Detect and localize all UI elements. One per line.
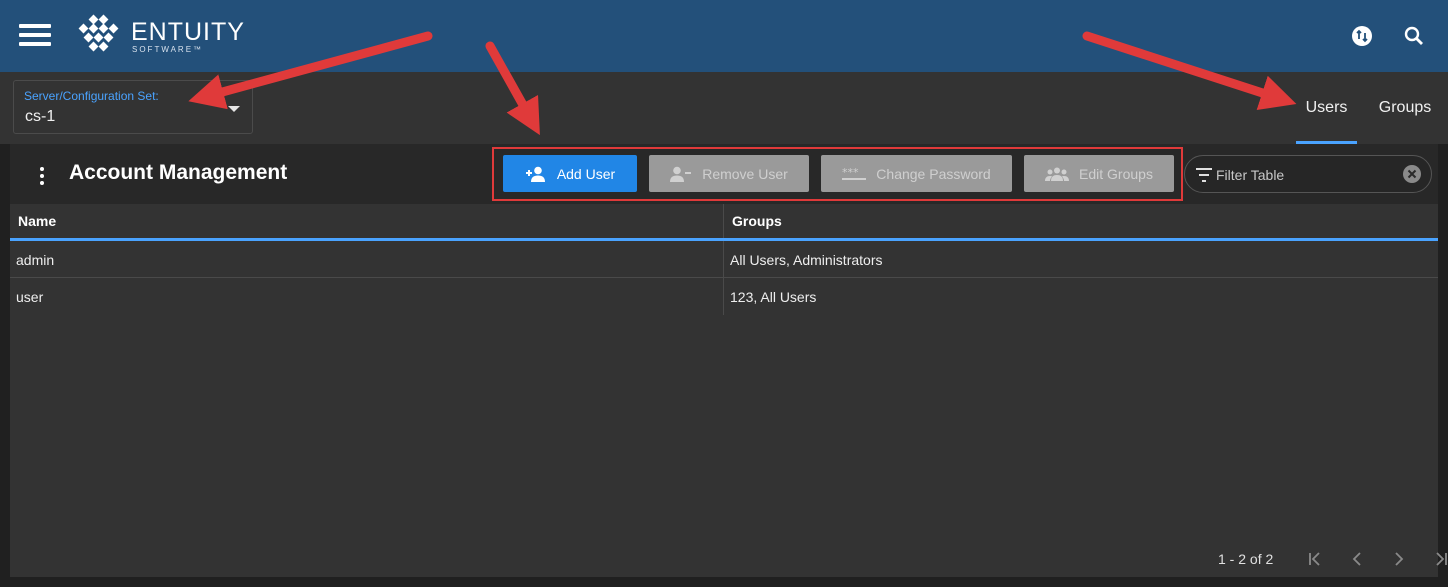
brand-name: ENTUITY [131, 18, 245, 46]
add-user-label: Add User [556, 165, 616, 182]
previous-page-icon[interactable] [1347, 549, 1367, 569]
sub-header: Server/Configuration Set: cs-1 Users Gro… [0, 72, 1448, 144]
hamburger-menu-icon[interactable] [19, 24, 51, 46]
search-icon[interactable] [1402, 24, 1426, 48]
brand-subtitle: SOFTWARE™ [132, 45, 204, 54]
server-config-select[interactable]: Server/Configuration Set: cs-1 [13, 80, 253, 134]
server-config-label: Server/Configuration Set: [24, 89, 159, 103]
account-toolbar: Account Management Add User Remove User … [10, 144, 1438, 204]
tab-users[interactable]: Users [1296, 72, 1357, 144]
pagination: 1 - 2 of 2 [1218, 549, 1448, 569]
next-page-icon[interactable] [1389, 549, 1409, 569]
users-table: Name Groups admin All Users, Administrat… [10, 204, 1448, 577]
change-password-label: Change Password [876, 165, 991, 182]
server-config-value: cs-1 [25, 108, 56, 125]
remove-user-button[interactable]: Remove User [649, 155, 809, 192]
last-page-icon[interactable] [1431, 549, 1448, 569]
filter-table-field [1184, 155, 1432, 193]
filter-table-input[interactable] [1216, 164, 1396, 186]
cell-groups: 123, All Users [730, 288, 817, 305]
column-divider [723, 278, 724, 315]
password-icon: *** [842, 167, 867, 181]
first-page-icon[interactable] [1305, 549, 1325, 569]
svg-text:***: *** [842, 167, 859, 179]
column-divider [723, 241, 724, 278]
more-options-icon[interactable] [38, 167, 46, 185]
edit-groups-label: Edit Groups [1079, 165, 1153, 182]
column-divider [723, 204, 724, 238]
cell-name: admin [16, 251, 55, 268]
app-header: ENTUITY SOFTWARE™ [0, 0, 1448, 72]
table-row[interactable]: admin All Users, Administrators [10, 241, 1438, 278]
cell-groups: All Users, Administrators [730, 251, 883, 268]
pagination-range: 1 - 2 of 2 [1218, 551, 1274, 567]
column-header-groups[interactable]: Groups [724, 204, 1438, 238]
table-header: Name Groups [10, 204, 1438, 241]
clear-filter-icon[interactable] [1402, 164, 1422, 184]
chevron-down-icon [228, 106, 240, 112]
cell-name: user [16, 288, 44, 305]
add-user-icon [525, 166, 547, 182]
column-header-name[interactable]: Name [10, 204, 723, 238]
sync-icon[interactable] [1350, 24, 1374, 48]
tab-groups[interactable]: Groups [1375, 72, 1435, 144]
groups-icon [1045, 167, 1070, 181]
add-user-button[interactable]: Add User [503, 155, 637, 192]
edit-groups-button[interactable]: Edit Groups [1024, 155, 1174, 192]
filter-icon [1196, 168, 1212, 182]
remove-user-icon [670, 166, 692, 182]
remove-user-label: Remove User [702, 165, 788, 182]
page-title: Account Management [69, 161, 288, 184]
table-row[interactable]: user 123, All Users [10, 278, 1438, 315]
change-password-button[interactable]: *** Change Password [821, 155, 1012, 192]
logo-mark-icon [78, 14, 119, 52]
